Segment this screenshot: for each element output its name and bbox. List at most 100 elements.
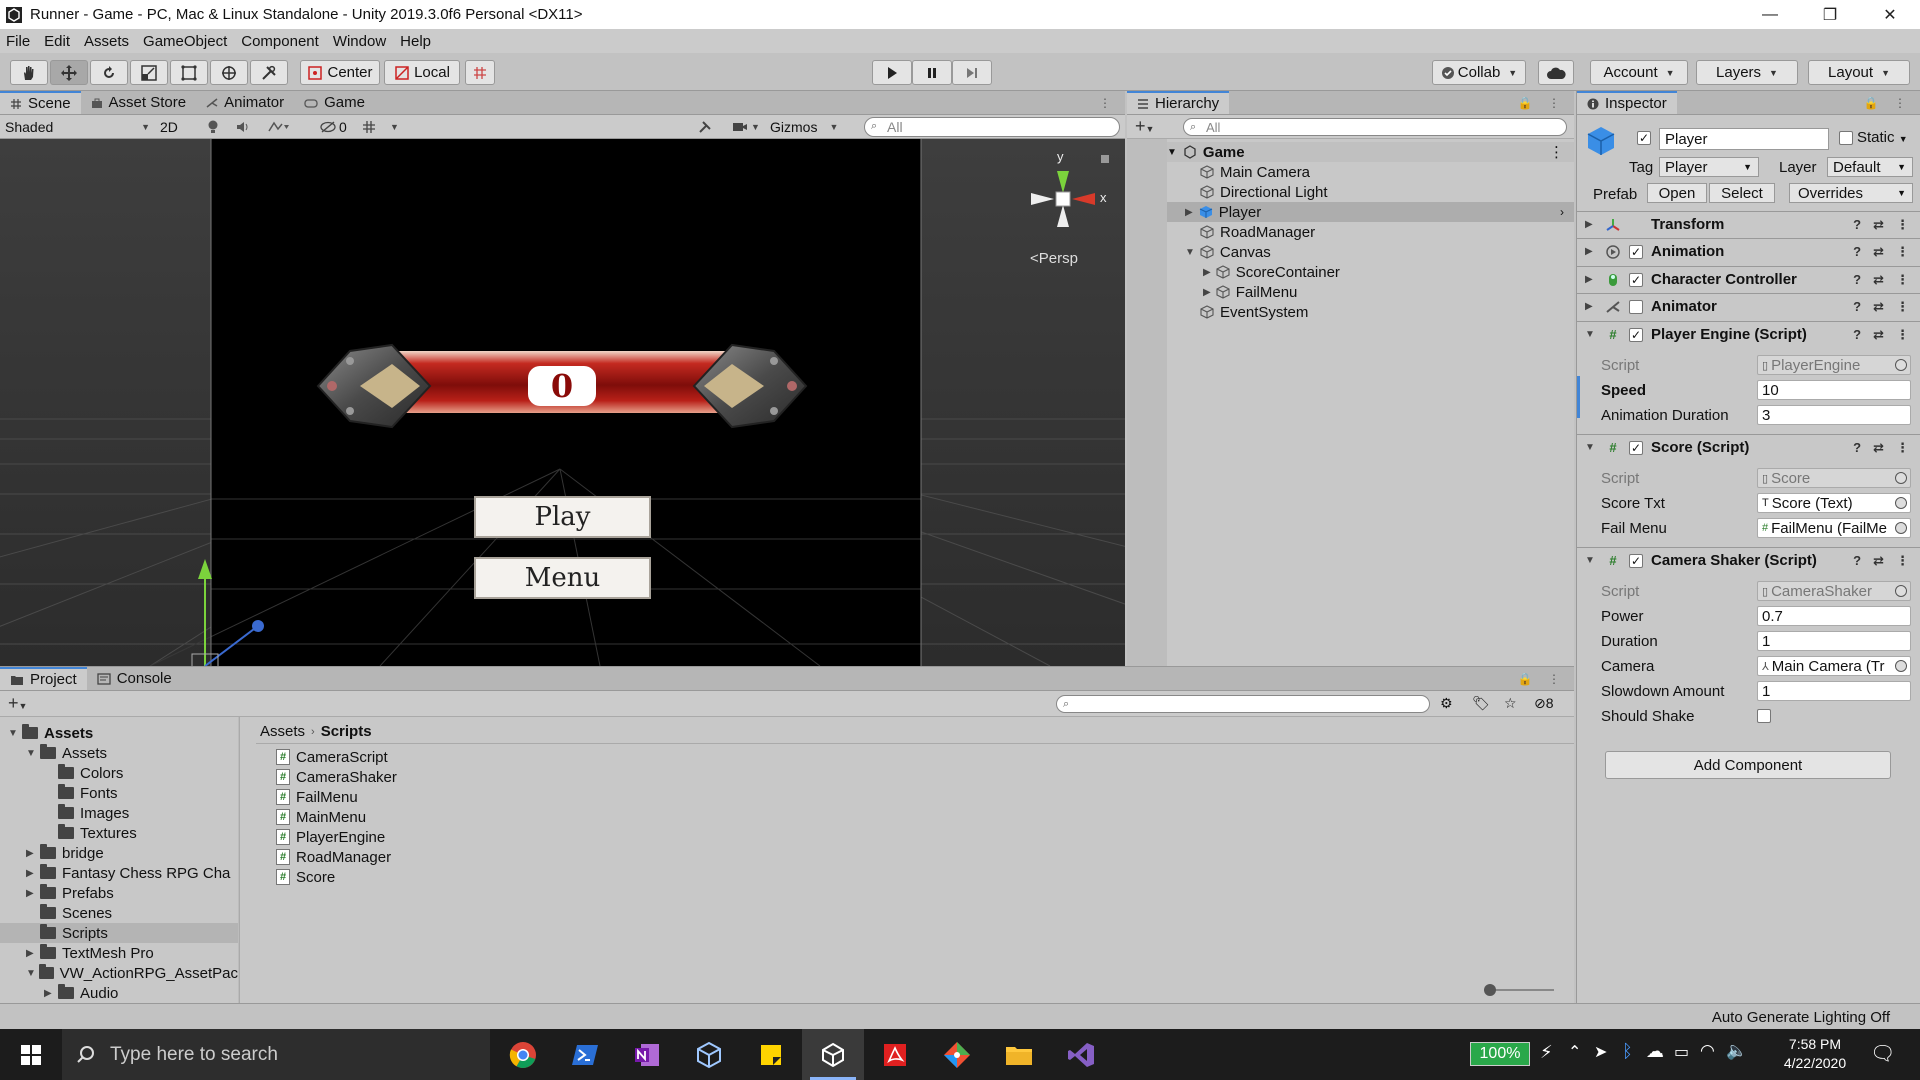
close-button[interactable]: ✕ bbox=[1860, 0, 1920, 29]
notifications-icon[interactable]: 🗨 bbox=[1870, 1041, 1895, 1066]
kebab-menu-icon[interactable]: ⋮ bbox=[1896, 272, 1909, 288]
chevron-right-icon[interactable]: ▶ bbox=[26, 848, 40, 859]
prefab-overrides-dropdown[interactable]: Overrides ▼ bbox=[1789, 183, 1913, 203]
add-component-button[interactable]: Add Component bbox=[1605, 751, 1891, 779]
send-icon[interactable]: ➤ bbox=[1594, 1042, 1607, 1062]
plug-icon[interactable]: ⚡ bbox=[1540, 1042, 1553, 1063]
fail-menu-field[interactable]: # FailMenu (FailMe bbox=[1757, 518, 1911, 538]
chevron-down-icon[interactable]: ▼ bbox=[26, 748, 40, 759]
hierarchy-item-scorecontainer[interactable]: ▶ ScoreContainer bbox=[1203, 262, 1340, 282]
shading-dropdown[interactable]: Shaded ▼ bbox=[5, 117, 150, 137]
tree-item[interactable]: ▶ Prefabs bbox=[0, 883, 238, 903]
clock[interactable]: 7:58 PM 4/22/2020 bbox=[1760, 1035, 1870, 1073]
collab-dropdown[interactable]: Collab bbox=[1432, 60, 1526, 85]
icon-size-slider[interactable] bbox=[1488, 989, 1554, 991]
rect-tool-button[interactable] bbox=[170, 60, 208, 85]
tab-scene[interactable]: Scene bbox=[0, 91, 81, 114]
panel-menu-icon[interactable]: 🔒 ⋮ bbox=[1518, 672, 1566, 686]
preset-icon[interactable]: ⇄ bbox=[1873, 217, 1884, 233]
taskbar-unity[interactable] bbox=[802, 1029, 864, 1080]
object-name-input[interactable]: Player bbox=[1659, 128, 1829, 150]
tab-console[interactable]: Console bbox=[87, 667, 182, 690]
component-enabled-checkbox[interactable]: ✓ bbox=[1629, 327, 1643, 342]
tree-scrollbar[interactable] bbox=[238, 717, 239, 1004]
help-icon[interactable]: ? bbox=[1853, 217, 1861, 233]
volume-icon[interactable]: 🔈 bbox=[1726, 1041, 1747, 1061]
cloud-button[interactable] bbox=[1538, 60, 1574, 85]
preset-icon[interactable]: ⇄ bbox=[1873, 244, 1884, 260]
tree-item[interactable]: Scenes bbox=[0, 903, 238, 923]
help-icon[interactable]: ? bbox=[1853, 553, 1861, 569]
kebab-menu-icon[interactable]: ⋮ bbox=[1896, 553, 1909, 569]
menu-window[interactable]: Window bbox=[333, 33, 386, 50]
hierarchy-item-main-camera[interactable]: Main Camera bbox=[1200, 162, 1310, 182]
toggle-2d-button[interactable]: 2D bbox=[160, 117, 178, 137]
component-character-controller[interactable]: ▶ ✓ Character Controller ? ⇄ ⋮ bbox=[1577, 266, 1920, 292]
script-file-item[interactable]: # PlayerEngine bbox=[276, 827, 385, 847]
bluetooth-icon[interactable]: ᛒ bbox=[1622, 1041, 1633, 1062]
animation-duration-input[interactable]: 3 bbox=[1757, 405, 1911, 425]
tree-item[interactable]: ▶ Fantasy Chess RPG Cha bbox=[0, 863, 238, 883]
hand-tool-button[interactable] bbox=[10, 60, 48, 85]
help-icon[interactable]: ? bbox=[1853, 327, 1861, 343]
power-input[interactable]: 0.7 bbox=[1757, 606, 1911, 626]
pause-button[interactable] bbox=[912, 60, 952, 85]
preset-icon[interactable]: ⇄ bbox=[1873, 440, 1884, 456]
script-file-item[interactable]: # FailMenu bbox=[276, 787, 358, 807]
slowdown-input[interactable]: 1 bbox=[1757, 681, 1911, 701]
component-enabled-checkbox[interactable]: ✓ bbox=[1629, 553, 1643, 568]
component-animator[interactable]: ▶ Animator ? ⇄ ⋮ bbox=[1577, 293, 1920, 319]
wifi-icon[interactable]: ◠ bbox=[1700, 1041, 1715, 1061]
static-checkbox[interactable] bbox=[1839, 131, 1853, 145]
breadcrumb-scripts[interactable]: Scripts bbox=[321, 723, 372, 740]
layers-dropdown[interactable]: Layers bbox=[1696, 60, 1798, 85]
component-animation[interactable]: ▶ ✓ Animation ? ⇄ ⋮ bbox=[1577, 238, 1920, 264]
tab-animator[interactable]: Animator bbox=[196, 91, 294, 114]
script-file-item[interactable]: # MainMenu bbox=[276, 807, 366, 827]
static-dropdown[interactable]: Static ▼ bbox=[1857, 129, 1908, 146]
favorite-star-icon[interactable]: ☆ bbox=[1504, 695, 1517, 712]
battery-percent-badge[interactable]: 100% bbox=[1470, 1042, 1530, 1066]
create-plus-icon[interactable]: +▼ bbox=[8, 693, 27, 714]
tree-item[interactable]: Images bbox=[0, 803, 238, 823]
custom-tool-button[interactable] bbox=[250, 60, 288, 85]
taskbar-search-box[interactable]: Type here to search bbox=[62, 1029, 490, 1080]
pivot-center-button[interactable]: Center bbox=[300, 60, 380, 85]
tree-item[interactable]: Fonts bbox=[0, 783, 238, 803]
taskbar-file-explorer[interactable] bbox=[988, 1029, 1050, 1080]
panel-menu-icon[interactable]: 🔒 ⋮ bbox=[1864, 96, 1912, 110]
prefab-open-button[interactable]: Open bbox=[1647, 183, 1707, 203]
chevron-right-icon[interactable]: ▶ bbox=[26, 948, 40, 959]
gizmo-z-handle[interactable] bbox=[252, 620, 264, 632]
scene-viewport[interactable]: y x <Persp 0 Play Menu bbox=[0, 139, 1125, 666]
duration-input[interactable]: 1 bbox=[1757, 631, 1911, 651]
label-tag-icon[interactable]: 🏷 bbox=[1472, 695, 1490, 712]
grid-toggle-button[interactable]: ▼ bbox=[362, 117, 399, 137]
scene-menu-icon[interactable]: ⋮ bbox=[1549, 143, 1564, 161]
tab-game[interactable]: Game bbox=[294, 91, 375, 114]
preset-icon[interactable]: ⇄ bbox=[1873, 553, 1884, 569]
menu-component[interactable]: Component bbox=[241, 33, 319, 50]
hierarchy-search-input[interactable]: ⌕ All bbox=[1183, 118, 1567, 136]
prefab-select-button[interactable]: Select bbox=[1709, 183, 1775, 203]
chevron-right-icon[interactable]: ▶ bbox=[44, 988, 58, 999]
layer-dropdown[interactable]: Default ▼ bbox=[1827, 157, 1913, 177]
tree-item[interactable]: ▶ Audio bbox=[0, 983, 238, 1003]
hierarchy-item-eventsystem[interactable]: EventSystem bbox=[1200, 302, 1308, 322]
chevron-right-icon[interactable]: ▶ bbox=[26, 868, 40, 879]
icon-size-slider-thumb[interactable] bbox=[1484, 984, 1496, 996]
hidden-packages-toggle[interactable]: ⊘8 bbox=[1534, 695, 1554, 712]
script-file-item[interactable]: # RoadManager bbox=[276, 847, 391, 867]
help-icon[interactable]: ? bbox=[1853, 299, 1861, 315]
chevron-right-icon[interactable]: › bbox=[1560, 205, 1564, 219]
hierarchy-item-canvas[interactable]: ▼ Canvas bbox=[1185, 242, 1271, 262]
tree-item[interactable]: Textures bbox=[0, 823, 238, 843]
play-button[interactable] bbox=[872, 60, 912, 85]
camera-field[interactable]: ⅄ Main Camera (Tr bbox=[1757, 656, 1911, 676]
tab-project[interactable]: Project bbox=[0, 667, 87, 690]
tag-dropdown[interactable]: Player ▼ bbox=[1659, 157, 1759, 177]
object-picker-icon[interactable] bbox=[1895, 497, 1907, 509]
tree-item[interactable]: Colors bbox=[0, 763, 238, 783]
chevron-right-icon[interactable]: ▶ bbox=[26, 888, 40, 899]
tree-item[interactable]: Scripts bbox=[0, 923, 238, 943]
